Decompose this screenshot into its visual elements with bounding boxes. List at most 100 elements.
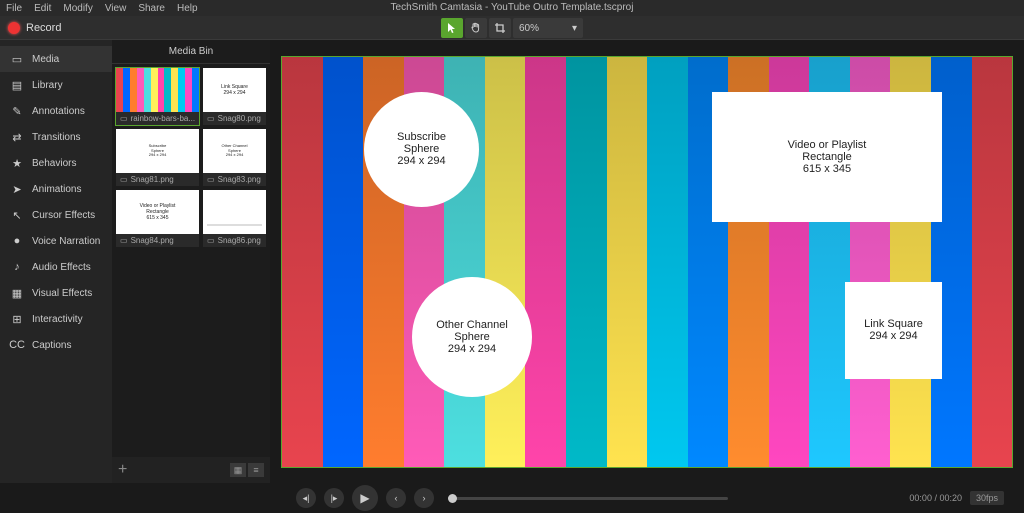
menu-help[interactable]: Help	[177, 3, 198, 14]
thumb-preview-text: Subscribe Sphere 294 x 294	[140, 133, 176, 169]
crop-tool[interactable]	[489, 18, 511, 38]
sidebar-item-label: Cursor Effects	[32, 210, 95, 221]
thumb-label: Snag83.png	[218, 175, 261, 184]
sidebar-item-label: Animations	[32, 184, 81, 195]
menu-share[interactable]: Share	[138, 3, 165, 14]
sidebar-item-visual-effects[interactable]: ▦ Visual Effects	[0, 280, 112, 306]
crop-icon	[494, 22, 506, 34]
image-icon: ▭	[120, 175, 128, 184]
video-playlist-rectangle[interactable]: Video or Playlist Rectangle 615 x 345	[712, 92, 942, 222]
sidebar-item-animations[interactable]: ➤ Animations	[0, 176, 112, 202]
sidebar-item-library[interactable]: ▤ Library	[0, 72, 112, 98]
prev-marker-button[interactable]: ‹	[386, 488, 406, 508]
scrubber[interactable]	[448, 497, 728, 500]
sidebar-item-label: Captions	[32, 340, 71, 351]
thumb-label: Snag80.png	[218, 114, 261, 123]
sidebar: ▭ Media ▤ Library ✎ Annotations ⇄ Transition…	[0, 40, 112, 483]
link-square[interactable]: Link Square 294 x 294	[845, 282, 942, 379]
canvas-toolbar: 60% ▾	[441, 16, 583, 40]
sidebar-item-behaviors[interactable]: ★ Behaviors	[0, 150, 112, 176]
media-thumb-snag84[interactable]: Video or Playlist Rectangle 615 x 345 ▭S…	[116, 190, 199, 247]
thumb-preview-text: Video or Playlist Rectangle 615 x 345	[140, 203, 176, 221]
sidebar-item-transitions[interactable]: ⇄ Transitions	[0, 124, 112, 150]
sidebar-item-label: Voice Narration	[32, 236, 100, 247]
animations-icon: ➤	[10, 182, 24, 196]
media-thumb-snag86[interactable]: ▭Snag86.png	[203, 190, 266, 247]
sidebar-item-label: Interactivity	[32, 314, 83, 325]
audio-effects-icon: ♪	[10, 260, 24, 274]
sidebar-item-label: Transitions	[32, 132, 81, 143]
menubar: File Edit Modify View Share Help	[0, 0, 1024, 16]
media-bin-footer: + ▦ ≡	[112, 457, 270, 483]
prev-frame-button[interactable]: ◂|	[296, 488, 316, 508]
menu-modify[interactable]: Modify	[63, 3, 92, 14]
media-thumb-snag83[interactable]: Other Channel Sphere 294 x 294 ▭Snag83.p…	[203, 129, 266, 186]
sidebar-item-label: Audio Effects	[32, 262, 91, 273]
canvas[interactable]: Subscribe Sphere 294 x 294 Other Channel…	[282, 57, 1012, 467]
media-thumb-snag80[interactable]: Link Square 294 x 294 ▭Snag80.png	[203, 68, 266, 125]
sidebar-item-voice-narration[interactable]: ● Voice Narration	[0, 228, 112, 254]
thumb-preview-text: Other Channel Sphere 294 x 294	[217, 133, 253, 169]
sidebar-item-interactivity[interactable]: ⊞ Interactivity	[0, 306, 112, 332]
next-marker-button[interactable]: ›	[414, 488, 434, 508]
menu-edit[interactable]: Edit	[34, 3, 51, 14]
other-channel-sphere[interactable]: Other Channel Sphere 294 x 294	[412, 277, 532, 397]
behaviors-icon: ★	[10, 156, 24, 170]
visual-effects-icon: ▦	[10, 286, 24, 300]
zoom-value: 60%	[519, 23, 539, 34]
sidebar-item-media[interactable]: ▭ Media	[0, 46, 112, 72]
image-icon: ▭	[120, 114, 128, 123]
hand-icon	[470, 22, 482, 34]
thumb-label: Snag84.png	[131, 236, 174, 245]
play-button[interactable]: ▶	[352, 485, 378, 511]
sidebar-item-captions[interactable]: CCCaptions	[0, 332, 112, 358]
playback-bar: ◂| |▸ ▶ ‹ › 00:00 / 00:20 30fps	[0, 483, 1024, 513]
record-icon[interactable]	[8, 22, 20, 34]
media-icon: ▭	[10, 52, 24, 66]
sidebar-item-label: Library	[32, 80, 63, 91]
media-thumb-snag81[interactable]: Subscribe Sphere 294 x 294 ▭Snag81.png	[116, 129, 199, 186]
library-icon: ▤	[10, 78, 24, 92]
add-media-button[interactable]: +	[118, 461, 127, 479]
sidebar-item-annotations[interactable]: ✎ Annotations	[0, 98, 112, 124]
media-thumb-rainbow[interactable]: ▭rainbow-bars-ba...	[116, 68, 199, 125]
sidebar-item-label: Visual Effects	[32, 288, 92, 299]
timecode: 00:00 / 00:20 30fps	[909, 491, 1004, 505]
time-display: 00:00 / 00:20	[909, 493, 962, 503]
thumb-label: rainbow-bars-ba...	[131, 114, 195, 123]
grid-view-button[interactable]: ▦	[230, 463, 246, 477]
menu-file[interactable]: File	[6, 3, 22, 14]
fps-display[interactable]: 30fps	[970, 491, 1004, 505]
image-icon: ▭	[207, 175, 215, 184]
media-bin: Media Bin ▭rainbow-bars-ba... Link Squar…	[112, 40, 270, 483]
menu-view[interactable]: View	[105, 3, 127, 14]
thumb-label: Snag86.png	[218, 236, 261, 245]
media-bin-title: Media Bin	[112, 40, 270, 64]
transitions-icon: ⇄	[10, 130, 24, 144]
select-tool[interactable]	[441, 18, 463, 38]
interactivity-icon: ⊞	[10, 312, 24, 326]
pan-tool[interactable]	[465, 18, 487, 38]
zoom-dropdown[interactable]: 60% ▾	[513, 18, 583, 38]
sidebar-item-label: Behaviors	[32, 158, 76, 169]
voice-narration-icon: ●	[10, 234, 24, 248]
sidebar-item-audio-effects[interactable]: ♪ Audio Effects	[0, 254, 112, 280]
sidebar-item-label: Media	[32, 54, 59, 65]
image-icon: ▭	[207, 114, 215, 123]
line-thumb-icon	[207, 224, 262, 226]
annotations-icon: ✎	[10, 104, 24, 118]
record-label[interactable]: Record	[26, 22, 61, 34]
subscribe-sphere[interactable]: Subscribe Sphere 294 x 294	[364, 92, 479, 207]
cursor-icon	[446, 22, 458, 34]
canvas-area: Subscribe Sphere 294 x 294 Other Channel…	[270, 40, 1024, 483]
cursor-effects-icon: ↖	[10, 208, 24, 222]
step-back-button[interactable]: |▸	[324, 488, 344, 508]
list-view-button[interactable]: ≡	[248, 463, 264, 477]
thumb-preview-text: Link Square 294 x 294	[221, 84, 248, 96]
sidebar-item-cursor-effects[interactable]: ↖ Cursor Effects	[0, 202, 112, 228]
chevron-down-icon: ▾	[572, 23, 577, 34]
sidebar-item-label: Annotations	[32, 106, 85, 117]
thumb-label: Snag81.png	[131, 175, 174, 184]
rainbow-thumb-icon	[116, 68, 199, 112]
image-icon: ▭	[120, 236, 128, 245]
